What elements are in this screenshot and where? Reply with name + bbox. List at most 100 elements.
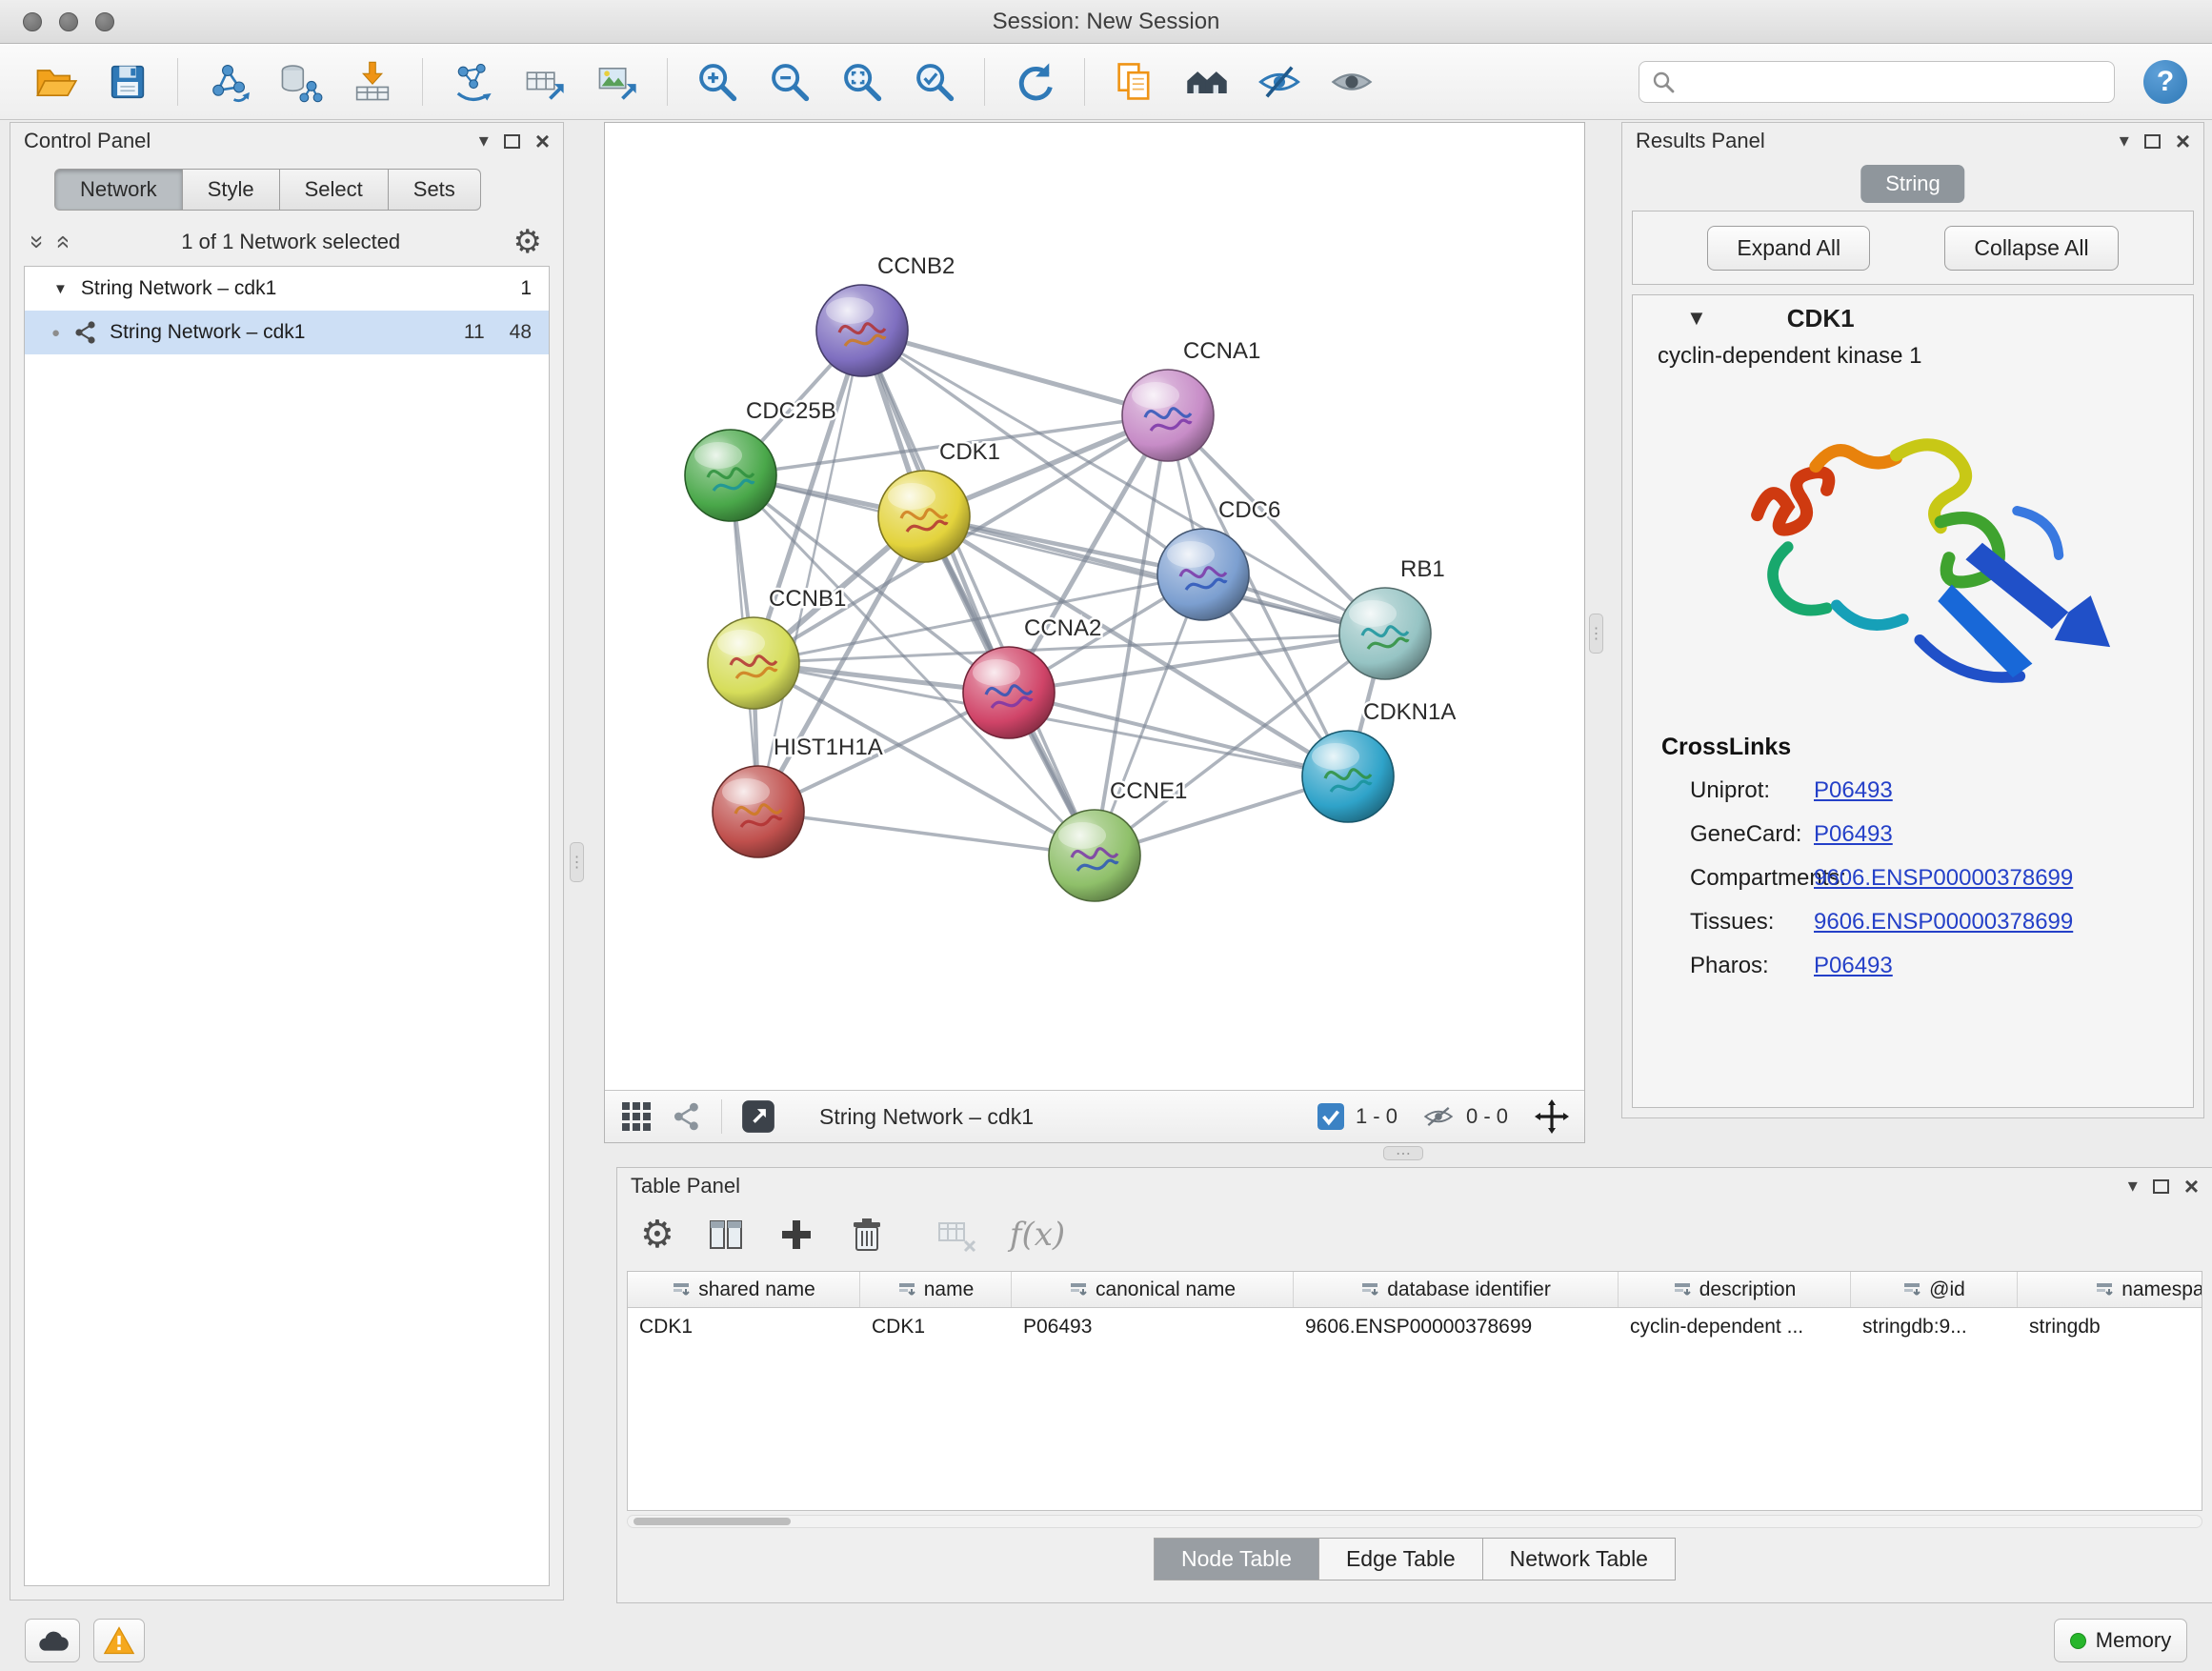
network-canvas[interactable]: CCNB2CCNA1CDC25BCDK1CDC6RB1CCNB1CCNA2CDK… [605,123,1584,1090]
refresh-view-icon[interactable] [1004,51,1065,112]
gene-section-header[interactable]: ▼ CDK1 [1633,295,2193,341]
network-edge[interactable] [862,331,1168,415]
network-node-cdc25b[interactable] [685,430,776,521]
network-collection-row[interactable]: ▼ String Network – cdk1 1 [25,267,549,311]
show-columns-icon[interactable] [707,1216,745,1254]
network-options-gear-icon[interactable]: ⚙ [513,226,542,258]
search-input[interactable] [1683,70,2102,94]
cloud-status-button[interactable] [25,1619,80,1662]
network-from-database-icon[interactable] [270,51,331,112]
delete-column-icon[interactable] [848,1216,886,1254]
gene-expand-icon[interactable]: ▼ [1686,308,1707,329]
crosslink-link[interactable]: 9606.ENSP00000378699 [1814,909,2073,936]
results-tab-string[interactable]: String [1860,165,1964,203]
panel-float-icon[interactable] [2144,134,2161,149]
column-header-canonical-name[interactable]: canonical name [1012,1272,1294,1307]
network-node-rb1[interactable] [1339,588,1431,679]
column-header-shared-name[interactable]: shared name [628,1272,860,1307]
detach-view-icon[interactable] [741,1099,775,1134]
crosslink-link[interactable]: P06493 [1814,777,1893,804]
export-table-icon[interactable] [514,51,575,112]
scrollbar-thumb[interactable] [633,1518,791,1525]
network-node-cdc6[interactable] [1157,529,1249,620]
column-header-label: database identifier [1387,1278,1551,1301]
zoom-in-icon[interactable] [687,51,748,112]
right-splitter-handle[interactable]: ⋮ [1589,614,1603,654]
network-node-ccne1[interactable] [1049,810,1140,901]
column-header-name[interactable]: name [860,1272,1012,1307]
table-settings-gear-icon[interactable]: ⚙ [640,1216,674,1254]
column-header-database-identifier[interactable]: database identifier [1294,1272,1619,1307]
tab-network[interactable]: Network [54,169,183,211]
hidden-eye-icon[interactable] [1422,1104,1455,1129]
pan-crosshair-icon[interactable] [1535,1099,1569,1134]
zoom-out-icon[interactable] [759,51,820,112]
network-node-cdk1[interactable] [878,471,970,562]
zoom-selected-icon[interactable] [904,51,965,112]
panel-close-icon[interactable]: × [2176,129,2190,153]
clone-network-icon[interactable] [442,51,503,112]
selected-checkbox-icon[interactable] [1317,1103,1344,1130]
table-panel: Table Panel ▾ × ⚙ f(x) shared namenameca… [616,1167,2212,1603]
zoom-window-button[interactable] [95,12,114,31]
panel-float-icon[interactable] [2153,1179,2169,1194]
annotation-eye-icon[interactable] [1249,51,1310,112]
crosslink-link[interactable]: P06493 [1814,821,1893,848]
memory-button[interactable]: Memory [2054,1619,2187,1662]
column-header--id[interactable]: @id [1851,1272,2018,1307]
crosslink-link[interactable]: P06493 [1814,953,1893,979]
network-from-selection-icon[interactable] [197,51,258,112]
collapse-all-networks-icon[interactable]: » [50,235,74,249]
tree-expand-icon[interactable]: ▼ [53,281,68,297]
add-column-icon[interactable] [777,1216,815,1254]
network-node-ccna1[interactable] [1122,370,1214,461]
column-header-namespace[interactable]: namespace [2018,1272,2202,1307]
horizontal-splitter-handle[interactable]: ⋯ [1383,1146,1423,1160]
network-node-hist1h1a[interactable] [713,766,804,857]
tab-style[interactable]: Style [183,169,280,211]
left-splitter-handle[interactable]: ⋮ [570,842,584,882]
panel-close-icon[interactable]: × [535,129,550,153]
share-view-icon[interactable] [672,1101,702,1132]
expand-all-button[interactable]: Expand All [1707,226,1870,271]
panel-close-icon[interactable]: × [2184,1174,2199,1198]
network-node-ccnb1[interactable] [708,617,799,709]
window-title: Session: New Session [993,9,1220,35]
tab-network-table[interactable]: Network Table [1483,1538,1676,1580]
column-header-description[interactable]: description [1619,1272,1851,1307]
import-table-icon[interactable] [342,51,403,112]
panel-collapse-icon[interactable]: ▾ [2120,131,2129,151]
node-label-cdc25b: CDC25B [746,398,836,424]
tab-edge-table[interactable]: Edge Table [1319,1538,1483,1580]
close-window-button[interactable] [23,12,42,31]
crosslink-link[interactable]: 9606.ENSP00000378699 [1814,865,2073,892]
tab-sets[interactable]: Sets [389,169,481,211]
table-hscrollbar[interactable] [627,1515,2202,1528]
zoom-fit-icon[interactable] [832,51,893,112]
table-row[interactable]: CDK1CDK1P064939606.ENSP00000378699cyclin… [628,1308,2202,1346]
show-graphics-eye-icon[interactable] [1321,51,1382,112]
collapse-all-button[interactable]: Collapse All [1944,226,2118,271]
network-edge[interactable] [862,331,1095,856]
network-node-ccna2[interactable] [963,647,1055,738]
save-session-icon[interactable] [97,51,158,112]
grid-view-icon[interactable] [620,1100,653,1133]
copy-document-icon[interactable] [1104,51,1165,112]
export-image-icon[interactable] [587,51,648,112]
panel-float-icon[interactable] [504,134,520,149]
node-label-rb1: RB1 [1400,556,1445,582]
warning-status-button[interactable] [93,1619,145,1662]
tab-select[interactable]: Select [280,169,389,211]
network-node-cdkn1a[interactable] [1302,731,1394,822]
panel-collapse-icon[interactable]: ▾ [2128,1177,2138,1196]
network-node-ccnb2[interactable] [816,285,908,376]
open-session-icon[interactable] [25,51,86,112]
tab-node-table[interactable]: Node Table [1154,1538,1319,1580]
node-count: 11 [464,321,485,344]
minimize-window-button[interactable] [59,12,78,31]
panel-collapse-icon[interactable]: ▾ [479,131,489,151]
network-row[interactable]: ● String Network – cdk1 11 48 [25,311,549,354]
network-edge[interactable] [758,812,1095,856]
home-views-icon[interactable] [1176,51,1237,112]
help-icon[interactable]: ? [2143,60,2187,104]
